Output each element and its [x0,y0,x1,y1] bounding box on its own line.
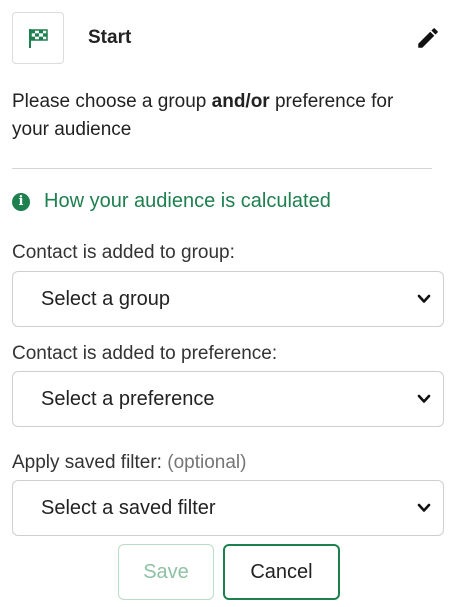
step-header: Start [12,12,442,64]
audience-info-label: How your audience is calculated [44,190,331,212]
info-circle-icon: i [12,192,30,211]
optional-hint: (optional) [167,452,247,473]
instructions-text: Please choose a group and/or preference … [12,88,432,144]
audience-info-link[interactable]: i How your audience is calculated [12,190,331,213]
pencil-icon[interactable] [414,24,442,52]
instructions-emphasis: and/or [211,91,270,112]
chevron-down-icon [417,294,431,303]
group-select[interactable]: Select a group [12,271,444,327]
step-title: Start [88,27,132,48]
preference-select-value: Select a preference [41,387,215,410]
save-button[interactable]: Save [118,544,214,600]
group-select-value: Select a group [41,287,170,310]
chevron-down-icon [417,503,431,512]
saved-filter-select-value: Select a saved filter [41,496,216,519]
divider [12,168,432,169]
preference-select[interactable]: Select a preference [12,371,444,427]
instructions-prefix: Please choose a group [12,91,212,112]
preference-field-label: Contact is added to preference: [12,343,278,364]
filter-field-label: Apply saved filter: (optional) [12,452,246,474]
cancel-button[interactable]: Cancel [223,544,340,600]
filter-label-text: Apply saved filter: [12,452,162,473]
saved-filter-select[interactable]: Select a saved filter [12,480,444,536]
chevron-down-icon [417,394,431,403]
group-field-label: Contact is added to group: [12,242,235,263]
step-icon-box [12,12,64,64]
checkered-flag-icon [29,29,48,48]
